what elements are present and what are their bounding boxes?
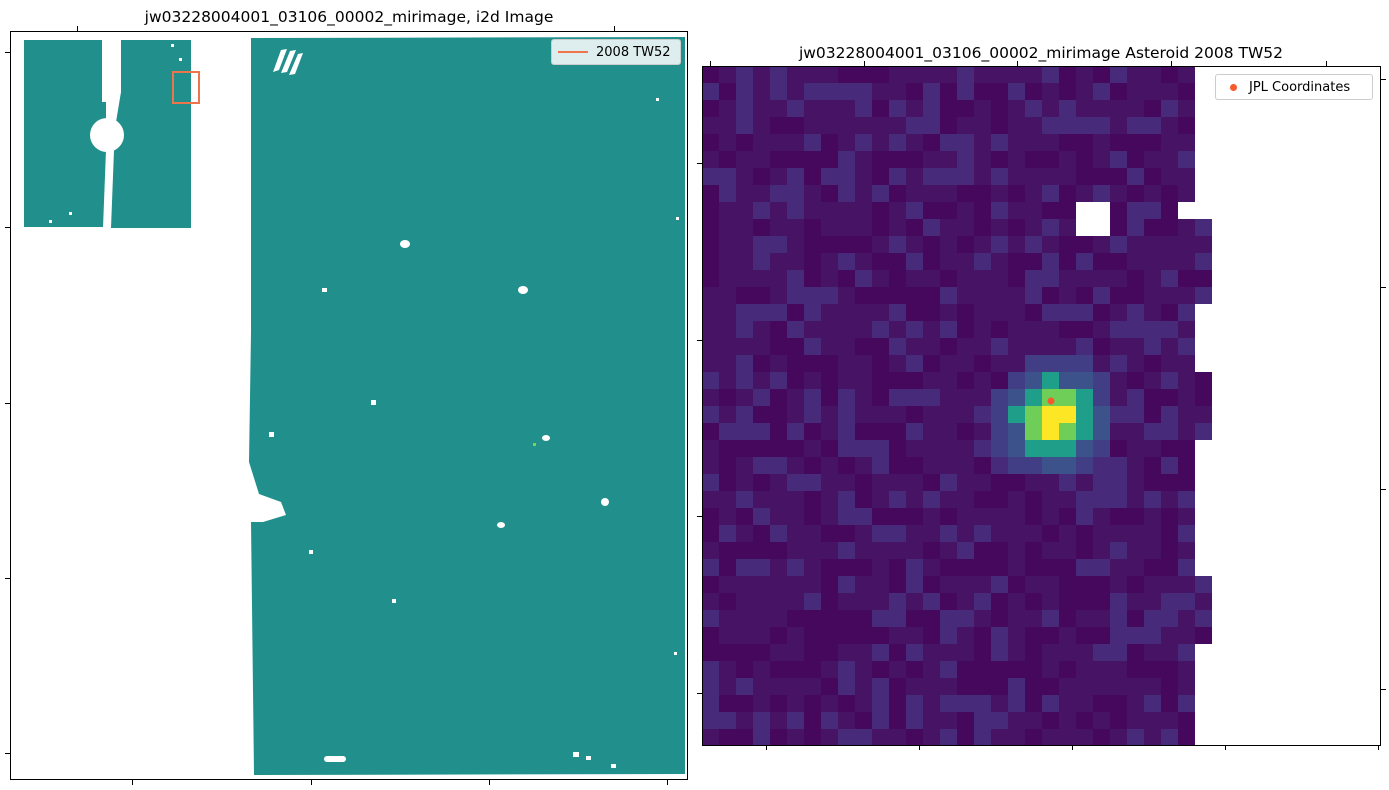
left-ytick [5,52,10,53]
left-ytick [5,403,10,404]
right-legend: JPL Coordinates [1215,74,1373,100]
right-panel-title: jw03228004001_03106_00002_mirimage Aster… [798,44,1284,62]
i2d-image [24,37,685,775]
right-ytick [697,340,702,341]
right-right-ytick [1381,689,1386,690]
left-xtick [311,780,312,785]
right-top-xtick [864,61,865,66]
legend-label: 2008 TW52 [596,44,671,60]
right-top-xtick [1171,61,1172,66]
left-ytick [5,753,10,754]
right-xtick [1072,745,1073,750]
left-xtick [667,780,668,785]
right-image-axes [702,66,1381,746]
left-legend: 2008 TW52 [551,39,681,65]
right-right-ytick [1381,79,1386,80]
right-top-xtick [710,61,711,66]
right-xtick [1225,745,1226,750]
right-ytick [697,516,702,517]
left-xtick [132,780,133,785]
left-xtick [489,780,490,785]
right-xtick [766,745,767,750]
legend-label: JPL Coordinates [1249,79,1351,95]
cutout-pixels [702,66,1212,746]
right-ytick [697,693,702,694]
left-ytick [5,578,10,579]
jpl-coordinates-marker [1047,397,1055,405]
right-right-ytick [1381,489,1386,490]
legend-line-swatch [558,51,588,53]
right-top-xtick [1326,61,1327,66]
i2d-bright-source [533,443,536,446]
left-top-xtick [614,26,615,31]
i2d-coverage [24,37,685,775]
right-right-ytick [1381,287,1386,288]
right-xtick [919,745,920,750]
left-panel-title: jw03228004001_03106_00002_mirimage, i2d … [144,8,554,26]
left-top-xtick [77,26,78,31]
asteroid-cutout-image [702,66,1381,746]
legend-marker-swatch [1230,83,1237,91]
right-top-xtick [1017,61,1018,66]
left-image-axes [10,31,688,780]
right-xtick [1378,745,1379,750]
right-ytick [697,163,702,164]
left-ytick [5,227,10,228]
